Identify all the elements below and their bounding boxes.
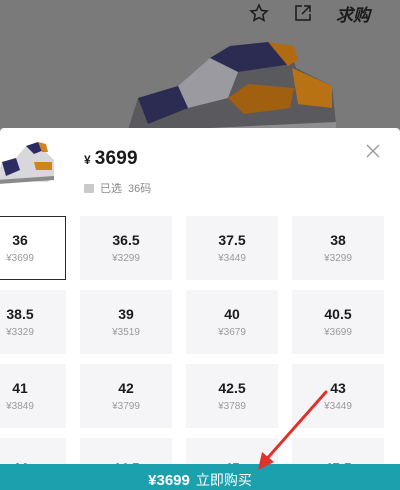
annotation-arrow — [258, 390, 328, 470]
